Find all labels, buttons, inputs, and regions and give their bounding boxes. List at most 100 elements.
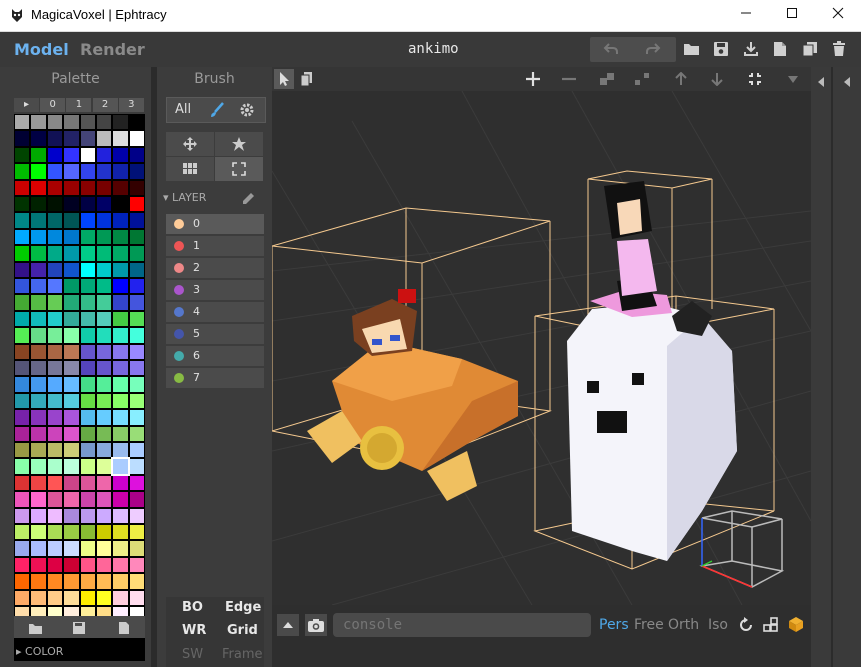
palette-swatch[interactable]	[97, 147, 112, 163]
palette-swatch[interactable]	[47, 131, 63, 146]
palette-swatch[interactable]	[113, 295, 128, 310]
palette-swatch[interactable]	[31, 590, 46, 605]
trash-icon[interactable]	[826, 38, 852, 60]
palette-swatch[interactable]	[129, 262, 145, 277]
view-pers[interactable]: Pers	[599, 617, 629, 633]
palette-swatch[interactable]	[64, 180, 79, 195]
palette-swatch[interactable]	[47, 590, 63, 605]
palette-swatch[interactable]	[15, 115, 30, 130]
palette-swatch[interactable]	[80, 574, 95, 589]
palette-swatch[interactable]	[64, 311, 79, 327]
palette-swatch[interactable]	[80, 557, 95, 573]
edge-toggle[interactable]: Edge	[225, 600, 261, 615]
palette-swatch[interactable]	[47, 557, 63, 573]
palette-swatch[interactable]	[47, 311, 63, 327]
view-iso[interactable]: Iso	[708, 617, 728, 633]
palette-swatch[interactable]	[31, 525, 46, 540]
palette-swatch[interactable]	[47, 262, 63, 277]
palette-swatch[interactable]	[64, 229, 79, 245]
redo-icon[interactable]	[640, 38, 666, 60]
palette-swatch[interactable]	[113, 344, 128, 359]
palette-swatch[interactable]	[129, 525, 145, 540]
palette-swatch[interactable]	[47, 147, 63, 163]
palette-swatch[interactable]	[113, 147, 128, 163]
palette-swatch[interactable]	[129, 131, 145, 146]
layer-row[interactable]: 4	[166, 302, 264, 322]
palette-swatch[interactable]	[15, 475, 30, 491]
palette-swatch[interactable]	[113, 279, 128, 294]
palette-swatch[interactable]	[129, 590, 145, 605]
clipboard-icon[interactable]	[297, 69, 317, 89]
palette-swatch[interactable]	[80, 344, 95, 359]
palette-swatch[interactable]	[80, 459, 95, 474]
palette-swatch[interactable]	[64, 361, 79, 376]
palette-swatch[interactable]	[129, 443, 145, 458]
palette-swatch[interactable]	[113, 557, 128, 573]
palette-tab[interactable]: 1	[66, 98, 92, 112]
move-tool-icon[interactable]	[166, 132, 214, 156]
palette-swatch[interactable]	[129, 279, 145, 294]
palette-swatch[interactable]	[113, 328, 128, 343]
palette-swatch[interactable]	[15, 279, 30, 294]
palette-swatch[interactable]	[80, 180, 95, 195]
palette-swatch[interactable]	[129, 361, 145, 376]
palette-swatch[interactable]	[31, 131, 46, 146]
palette-swatch[interactable]	[97, 393, 112, 409]
palette-swatch[interactable]	[80, 443, 95, 458]
palette-swatch[interactable]	[97, 443, 112, 458]
palette-swatch[interactable]	[47, 475, 63, 491]
new-file-icon[interactable]	[767, 38, 793, 60]
layer-row[interactable]: 5	[166, 324, 264, 344]
palette-swatch[interactable]	[15, 574, 30, 589]
palette-swatch[interactable]	[80, 164, 95, 179]
palette-swatch[interactable]	[129, 574, 145, 589]
palette-swatch[interactable]	[113, 213, 128, 228]
palette-swatch[interactable]	[113, 426, 128, 441]
palette-swatch[interactable]	[31, 328, 46, 343]
palette-save-icon[interactable]	[72, 620, 86, 639]
palette-swatch[interactable]	[97, 197, 112, 212]
palette-swatch[interactable]	[129, 311, 145, 327]
palette-swatch[interactable]	[97, 426, 112, 441]
palette-swatch[interactable]	[129, 213, 145, 228]
palette-swatch[interactable]	[80, 475, 95, 491]
grid-toggle[interactable]: Grid	[227, 623, 258, 638]
palette-swatch[interactable]	[113, 361, 128, 376]
palette-swatch[interactable]	[113, 393, 128, 409]
palette-swatch[interactable]	[129, 393, 145, 409]
palette-swatch[interactable]	[80, 131, 95, 146]
palette-swatch[interactable]	[31, 410, 46, 425]
open-folder-icon[interactable]	[679, 38, 705, 60]
palette-swatch[interactable]	[113, 508, 128, 523]
palette-swatch[interactable]	[129, 180, 145, 195]
palette-swatch[interactable]	[97, 557, 112, 573]
palette-swatch[interactable]	[15, 393, 30, 409]
palette-swatch[interactable]	[113, 197, 128, 212]
palette-swatch[interactable]	[64, 426, 79, 441]
palette-swatch[interactable]	[113, 492, 128, 507]
palette-swatch[interactable]	[129, 508, 145, 523]
duplicate-icon[interactable]	[590, 68, 624, 90]
expand-left-icon[interactable]	[816, 73, 826, 92]
palette-swatch[interactable]	[64, 197, 79, 212]
palette-swatch[interactable]	[15, 459, 30, 474]
palette-swatch[interactable]	[15, 426, 30, 441]
select-frame-icon[interactable]	[215, 157, 263, 181]
palette-swatch[interactable]	[113, 525, 128, 540]
palette-swatch[interactable]	[47, 410, 63, 425]
palette-swatch[interactable]	[97, 295, 112, 310]
palette-tab[interactable]: 2	[92, 98, 118, 112]
palette-swatch[interactable]	[15, 541, 30, 556]
palette-swatch[interactable]	[31, 557, 46, 573]
layer-row[interactable]: 0	[166, 214, 264, 234]
palette-swatch[interactable]	[97, 574, 112, 589]
palette-swatch[interactable]	[31, 443, 46, 458]
copy-icon[interactable]	[797, 38, 823, 60]
expand-left-icon[interactable]	[842, 73, 852, 92]
palette-swatch[interactable]	[80, 229, 95, 245]
palette-swatch[interactable]	[31, 459, 46, 474]
palette-swatch[interactable]	[47, 344, 63, 359]
3d-viewport[interactable]	[272, 91, 811, 605]
console-input[interactable]	[333, 613, 591, 637]
palette-swatch[interactable]	[64, 328, 79, 343]
